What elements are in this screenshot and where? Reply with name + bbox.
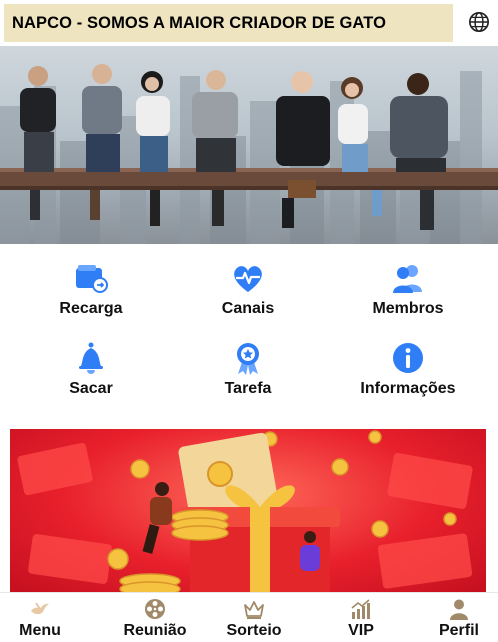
bottom-nav: Menu Reunião Sorteio VIP Perfil <box>0 592 498 642</box>
nav-item-menu[interactable]: Menu <box>0 593 80 642</box>
hero-image <box>0 46 498 244</box>
crown-icon <box>244 601 264 619</box>
menu-item-label: Canais <box>221 300 275 317</box>
menu-item-label: Informações <box>360 380 456 397</box>
nav-label: VIP <box>348 622 374 639</box>
nav-label: Perfil <box>438 622 479 639</box>
nav-item-perfil[interactable]: Perfil <box>419 593 498 642</box>
menu-item-recarga[interactable]: Recarga <box>21 252 161 322</box>
menu-item-informacoes[interactable]: Informações <box>338 332 478 402</box>
menu-item-tarefa[interactable]: Tarefa <box>178 332 318 402</box>
nav-item-vip[interactable]: VIP <box>321 593 401 642</box>
heart-pulse-icon <box>230 260 266 296</box>
wallet-icon <box>73 260 109 296</box>
menu-item-label: Membros <box>372 300 444 317</box>
nav-label: Reunião <box>123 622 187 639</box>
nav-label: Sorteio <box>226 622 282 639</box>
menu-item-canais[interactable]: Canais <box>178 252 318 322</box>
menu-item-label: Recarga <box>59 300 123 317</box>
app-header: NAPCO - SOMOS A MAIOR CRIADOR DE GATO <box>0 0 498 46</box>
badge-icon <box>230 340 266 376</box>
page-title: NAPCO - SOMOS A MAIOR CRIADOR DE GATO <box>12 13 387 32</box>
person-icon <box>450 599 468 620</box>
menu-item-membros[interactable]: Membros <box>338 252 478 322</box>
menu-item-label: Sacar <box>69 380 113 397</box>
menu-item-sacar[interactable]: Sacar <box>21 332 161 402</box>
bell-icon <box>73 340 109 376</box>
info-icon <box>390 340 426 376</box>
title-bar: NAPCO - SOMOS A MAIOR CRIADOR DE GATO <box>4 4 453 42</box>
menu-grid: Recarga Canais Membros Sacar Tarefa Info… <box>0 252 498 412</box>
users-icon <box>390 260 426 296</box>
bird-icon <box>31 602 49 615</box>
promo-banner[interactable] <box>10 429 486 594</box>
film-reel-icon <box>145 599 165 619</box>
globe-icon[interactable] <box>468 11 490 33</box>
chart-up-icon <box>351 599 370 619</box>
nav-item-sorteio[interactable]: Sorteio <box>214 593 294 642</box>
menu-item-label: Tarefa <box>224 380 272 397</box>
nav-label: Menu <box>19 622 61 639</box>
nav-item-reuniao[interactable]: Reunião <box>115 593 195 642</box>
